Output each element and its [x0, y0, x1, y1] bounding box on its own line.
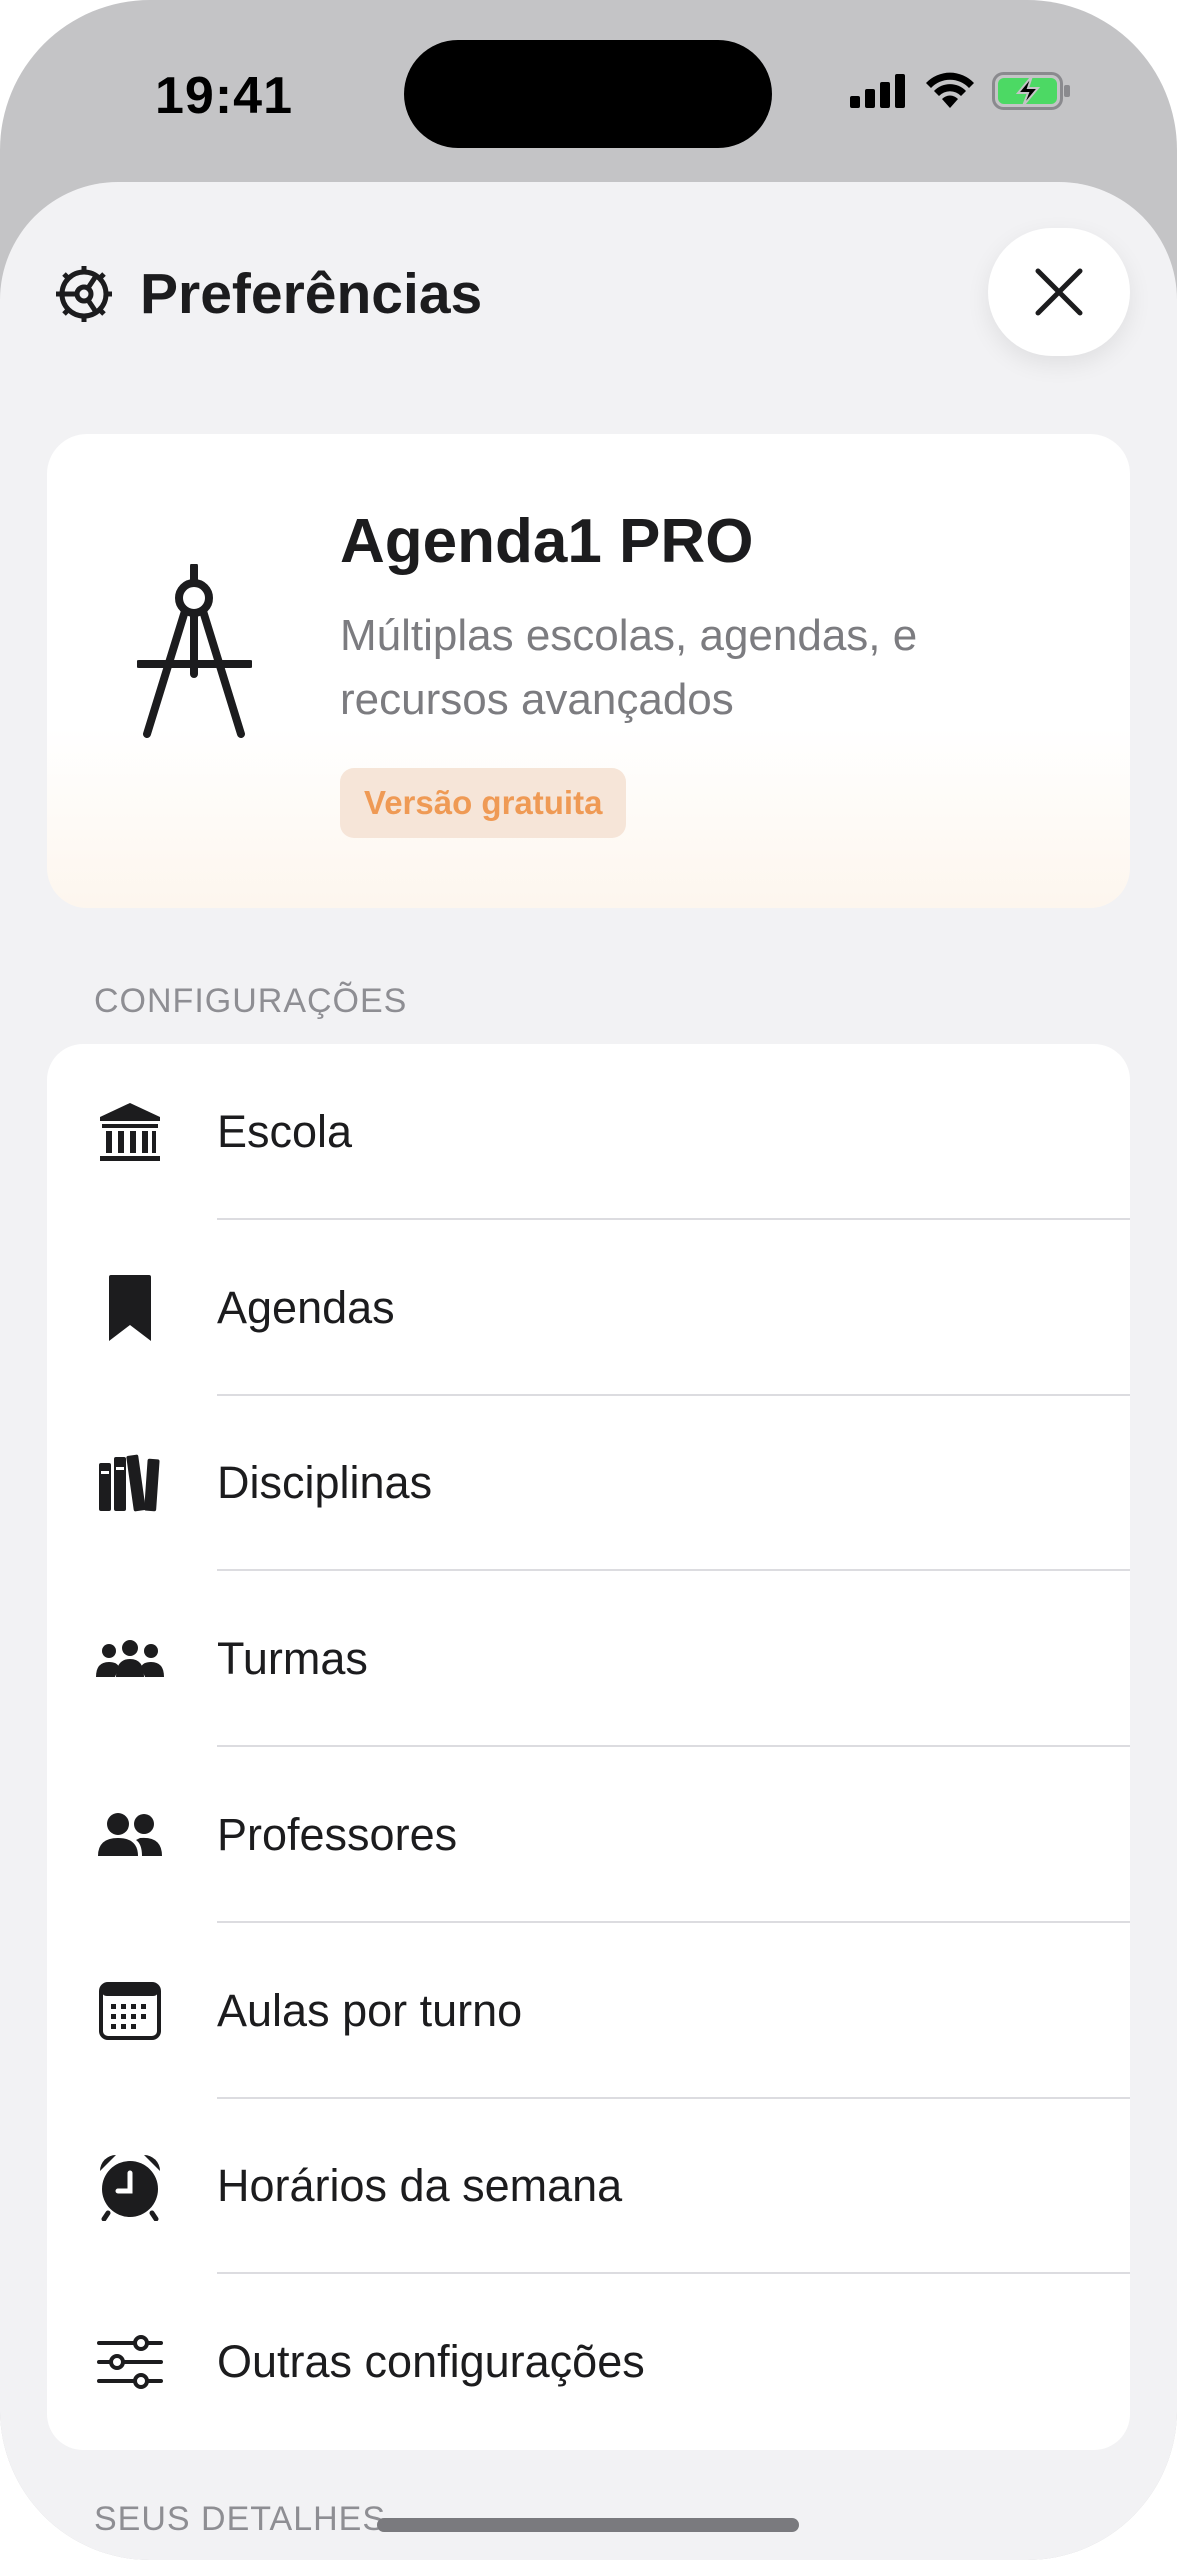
- list-item-label: Horários da semana: [217, 2160, 623, 2212]
- list-item-label: Professores: [217, 1808, 458, 1860]
- version-badge: Versão gratuita: [340, 768, 627, 838]
- page-title: Preferências: [140, 262, 483, 326]
- list-item-agendas[interactable]: Agendas: [47, 1220, 1130, 1396]
- people-icon: [95, 1800, 165, 1870]
- section-label-seus-detalhes: SEUS DETALHES: [94, 2500, 387, 2538]
- pro-upgrade-card[interactable]: Agenda1 PRO Múltiplas escolas, agendas, …: [47, 434, 1130, 908]
- settings-list: Escola Agendas Disciplinas Turmas Profes…: [47, 1044, 1130, 2450]
- signal-icon: [850, 74, 905, 108]
- list-item-label: Turmas: [217, 1633, 368, 1685]
- close-icon: [1035, 268, 1083, 316]
- pro-title: Agenda1 PRO: [340, 507, 754, 576]
- section-label-configuracoes: CONFIGURAÇÕES: [94, 982, 408, 1020]
- alarm-clock-icon: [95, 2151, 165, 2222]
- status-time: 19:41: [155, 67, 293, 125]
- list-item-label: Agendas: [217, 1281, 395, 1333]
- battery-charging-icon: [992, 72, 1070, 110]
- calendar-icon: [95, 1976, 165, 2046]
- list-item-label: Aulas por turno: [217, 1984, 523, 2036]
- bank-icon: [95, 1097, 165, 1167]
- list-item-horarios-da-semana[interactable]: Horários da semana: [47, 2099, 1130, 2275]
- list-item-disciplinas[interactable]: Disciplinas: [47, 1396, 1130, 1572]
- gear-icon: [56, 266, 112, 322]
- list-item-label: Escola: [217, 1105, 353, 1157]
- pro-subtitle: Múltiplas escolas, agendas, e recursos a…: [340, 611, 918, 724]
- list-item-escola[interactable]: Escola: [47, 1044, 1130, 1220]
- group-icon: [95, 1624, 165, 1694]
- home-indicator[interactable]: [377, 2518, 799, 2532]
- list-item-label: Disciplinas: [217, 1457, 433, 1509]
- list-item-aulas-por-turno[interactable]: Aulas por turno: [47, 1923, 1130, 2099]
- wifi-icon: [926, 72, 974, 108]
- status-icons: [850, 72, 1072, 110]
- list-item-turmas[interactable]: Turmas: [47, 1571, 1130, 1747]
- device-frame: 19:41 Preferências Agenda1 PRO Múltiplas…: [0, 0, 1177, 2560]
- list-item-professores[interactable]: Professores: [47, 1747, 1130, 1923]
- bookmark-icon: [95, 1273, 165, 1343]
- dynamic-island: [404, 40, 772, 148]
- preferences-sheet: Preferências Agenda1 PRO Múltiplas escol…: [0, 182, 1177, 2560]
- close-button[interactable]: [988, 228, 1130, 356]
- list-item-label: Outras configurações: [217, 2336, 645, 2388]
- drafting-compass-icon: [137, 564, 252, 738]
- list-item-outras-configuracoes[interactable]: Outras configurações: [47, 2274, 1130, 2450]
- books-icon: [95, 1448, 165, 1518]
- header: Preferências: [50, 260, 482, 328]
- sliders-icon: [95, 2327, 165, 2397]
